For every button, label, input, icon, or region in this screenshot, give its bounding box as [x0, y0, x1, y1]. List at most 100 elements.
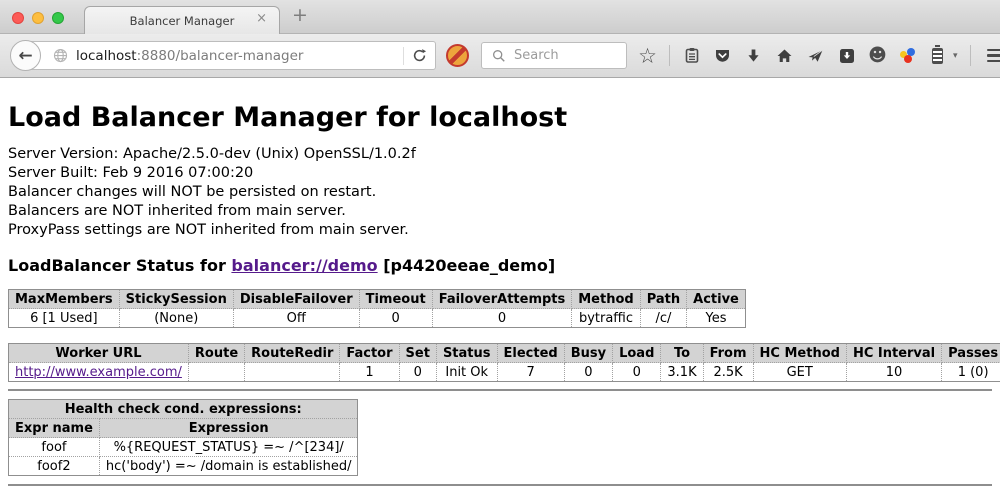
toolbar-divider — [970, 45, 971, 66]
expr-name-cell: foof2 — [9, 457, 100, 476]
table-row: 6 [1 Used] (None) Off 0 0 bytraffic /c/ … — [9, 309, 746, 328]
method-cell: bytraffic — [572, 309, 640, 328]
column-header: Elected — [497, 344, 564, 363]
balancer-summary-table: MaxMembers StickySession DisableFailover… — [8, 289, 746, 328]
new-tab-button[interactable]: + — [292, 4, 308, 26]
column-header: To — [661, 344, 703, 363]
to-cell: 3.1K — [661, 363, 703, 382]
home-icon[interactable] — [775, 45, 794, 67]
persist-note-line: Balancer changes will NOT be persisted o… — [8, 183, 992, 202]
browser-tab[interactable]: Balancer Manager × — [84, 6, 280, 35]
status-cell: Init Ok — [436, 363, 497, 382]
search-icon — [489, 45, 508, 67]
bookmarks-menu-icon[interactable] — [682, 45, 701, 67]
routeredir-cell — [245, 363, 340, 382]
passes-cell: 1 (0) — [942, 363, 1000, 382]
failoverattempts-cell: 0 — [432, 309, 572, 328]
column-header: Timeout — [359, 290, 432, 309]
content-blocker-extension-icon[interactable] — [446, 44, 469, 67]
column-header: Set — [399, 344, 436, 363]
column-header: Path — [640, 290, 686, 309]
table-title-row: Health check cond. expressions: — [9, 400, 358, 419]
column-header: MaxMembers — [9, 290, 120, 309]
route-cell — [188, 363, 244, 382]
table-row: foof2 hc('body') =~ /domain is establish… — [9, 457, 358, 476]
overflow-caret-icon[interactable]: ▾ — [953, 51, 958, 61]
window-titlebar: Balancer Manager × + — [0, 0, 1000, 34]
toolbar-icons: ☆ ☻ ▾ — [638, 45, 1000, 67]
worker-url-link[interactable]: http://www.example.com/ — [15, 365, 182, 380]
urlbar-divider — [403, 47, 404, 65]
server-info-block: Server Version: Apache/2.5.0-dev (Unix) … — [8, 145, 992, 240]
column-header: From — [703, 344, 753, 363]
worker-table: Worker URL Route RouteRedir Factor Set S… — [8, 343, 1000, 382]
close-window-button[interactable] — [12, 12, 24, 24]
balancer-demo-link[interactable]: balancer://demo — [231, 256, 377, 275]
page-title: Load Balancer Manager for localhost — [8, 102, 992, 133]
minimize-window-button[interactable] — [32, 12, 44, 24]
column-header: HC Method — [753, 344, 846, 363]
column-header: Passes — [942, 344, 1000, 363]
column-header: RouteRedir — [245, 344, 340, 363]
menu-hamburger-icon[interactable] — [987, 49, 1000, 63]
page-content: Load Balancer Manager for localhost Serv… — [0, 102, 1000, 486]
balancer-status-heading: LoadBalancer Status for balancer://demo … — [8, 256, 992, 275]
column-header: Expression — [99, 419, 358, 438]
colored-dots-extension-icon[interactable] — [899, 47, 916, 64]
path-cell: /c/ — [640, 309, 686, 328]
expression-cell: hc('body') =~ /domain is established/ — [99, 457, 358, 476]
reload-icon[interactable] — [410, 45, 429, 67]
pocket-icon[interactable] — [713, 45, 732, 67]
column-header: HC Interval — [846, 344, 941, 363]
expr-name-cell: foof — [9, 438, 100, 457]
download-extension-icon[interactable] — [837, 45, 856, 67]
heading-suffix: [p4420eeae_demo] — [378, 256, 556, 275]
column-header: Load — [613, 344, 661, 363]
table-header-row: MaxMembers StickySession DisableFailover… — [9, 290, 746, 309]
factor-cell: 1 — [340, 363, 399, 382]
battery-extension-icon[interactable] — [928, 45, 947, 67]
load-cell: 0 — [613, 363, 661, 382]
elected-cell: 7 — [497, 363, 564, 382]
column-header: Route — [188, 344, 244, 363]
busy-cell: 0 — [564, 363, 612, 382]
column-header: Status — [436, 344, 497, 363]
traffic-lights — [12, 12, 64, 24]
send-to-device-icon[interactable] — [806, 45, 825, 67]
health-check-table-title: Health check cond. expressions: — [9, 400, 358, 419]
from-cell: 2.5K — [703, 363, 753, 382]
health-check-table: Health check cond. expressions: Expr nam… — [8, 399, 358, 476]
search-placeholder: Search — [514, 48, 559, 63]
column-header: DisableFailover — [233, 290, 359, 309]
zoom-window-button[interactable] — [52, 12, 64, 24]
chat-smiley-extension-icon[interactable]: ☻ — [868, 45, 887, 67]
column-header: Worker URL — [9, 344, 189, 363]
expression-cell: %{REQUEST_STATUS} =~ /^[234]/ — [99, 438, 358, 457]
url-text[interactable]: localhost:8880/balancer-manager — [76, 48, 397, 64]
url-bar[interactable]: localhost:8880/balancer-manager — [24, 41, 436, 70]
hc-method-cell: GET — [753, 363, 846, 382]
disablefailover-cell: Off — [233, 309, 359, 328]
downloads-icon[interactable] — [744, 45, 763, 67]
column-header: FailoverAttempts — [432, 290, 572, 309]
column-header: StickySession — [119, 290, 233, 309]
url-path: :8880/balancer-manager — [137, 48, 304, 64]
table-header-row: Expr name Expression — [9, 419, 358, 438]
maxmembers-cell: 6 [1 Used] — [9, 309, 120, 328]
bookmark-star-icon[interactable]: ☆ — [638, 45, 657, 67]
column-header: Factor — [340, 344, 399, 363]
inherit-note-line: Balancers are NOT inherited from main se… — [8, 202, 992, 221]
server-built-line: Server Built: Feb 9 2016 07:00:20 — [8, 164, 992, 183]
horizontal-rule — [8, 389, 992, 391]
navigation-toolbar: ← localhost:8880/balancer-manager Search… — [0, 34, 1000, 78]
proxypass-note-line: ProxyPass settings are NOT inherited fro… — [8, 221, 992, 240]
table-header-row: Worker URL Route RouteRedir Factor Set S… — [9, 344, 1000, 363]
search-bar[interactable]: Search — [481, 42, 627, 69]
table-row: http://www.example.com/ 1 0 Init Ok 7 0 … — [9, 363, 1000, 382]
site-identity-globe-icon[interactable] — [51, 45, 70, 67]
column-header: Expr name — [9, 419, 100, 438]
back-button[interactable]: ← — [10, 40, 41, 71]
tab-close-icon[interactable]: × — [256, 11, 267, 26]
hc-interval-cell: 10 — [846, 363, 941, 382]
column-header: Method — [572, 290, 640, 309]
